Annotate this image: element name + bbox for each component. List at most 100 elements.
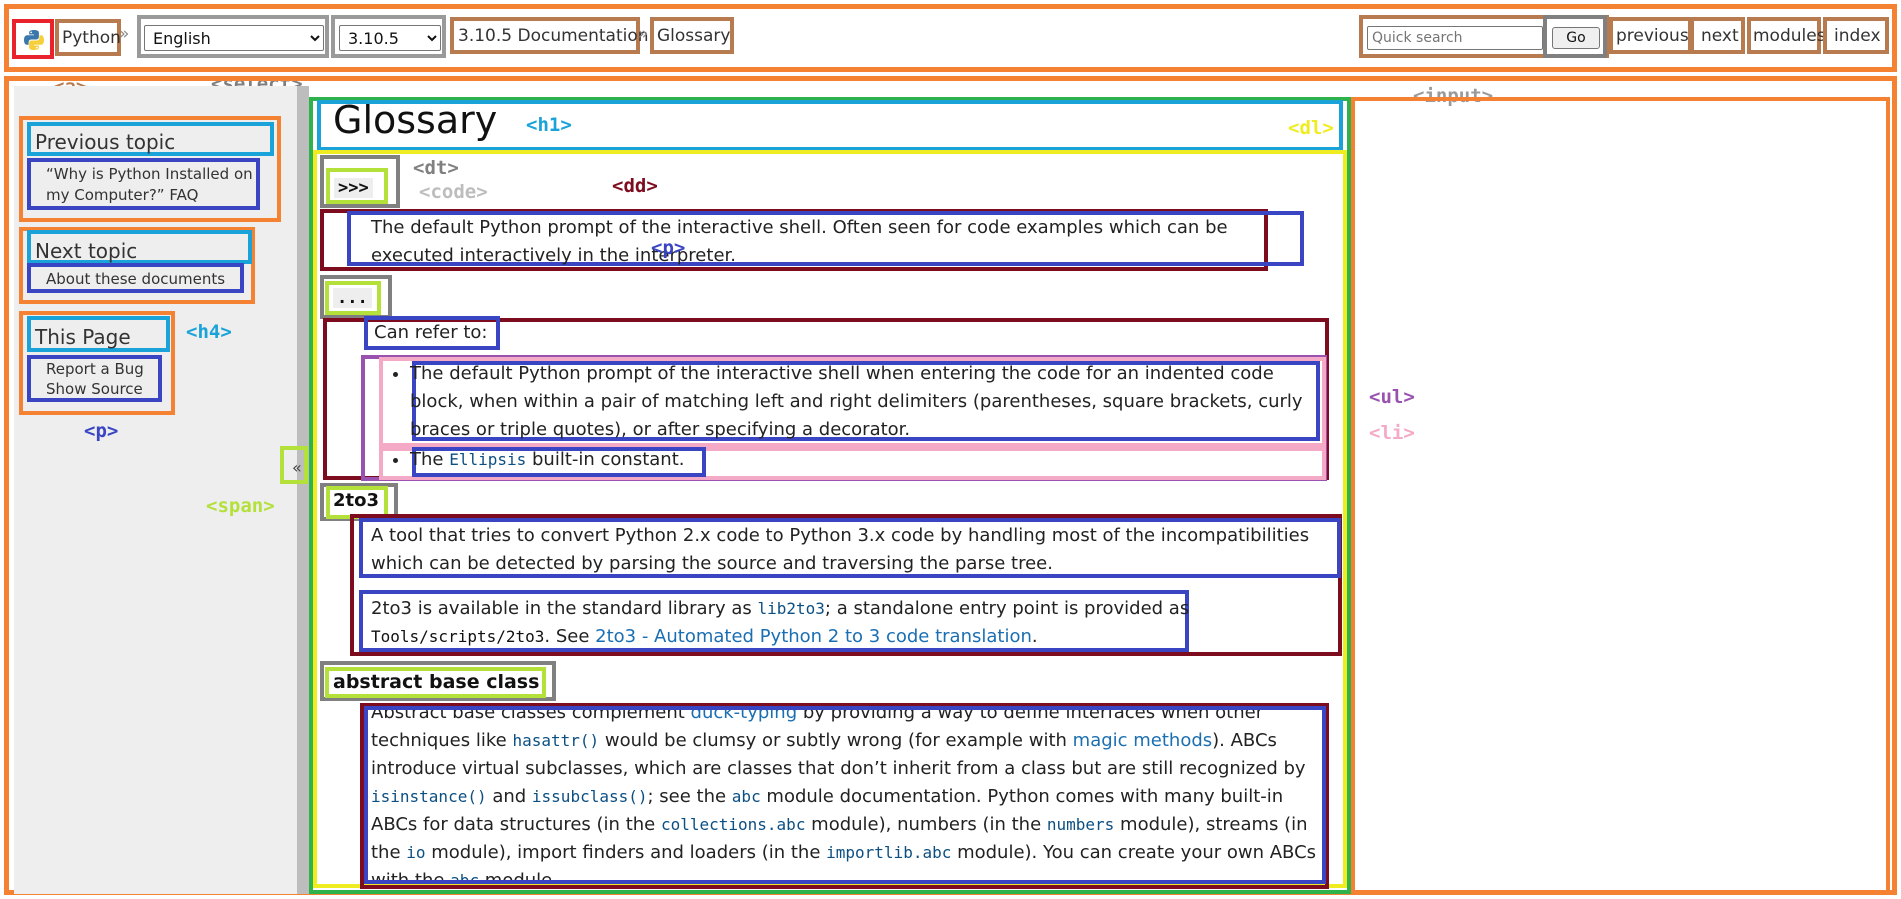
sidebar-collapse-button[interactable]: « bbox=[280, 446, 308, 484]
definition-abc-paragraph: Abstract base classes complement duck-ty… bbox=[371, 706, 1321, 884]
tag-label-p: <p> bbox=[651, 237, 686, 259]
ellipsis-list-item-2-text: The Ellipsis built-in constant. bbox=[410, 447, 706, 477]
nav-previous-label: previous bbox=[1616, 26, 1689, 46]
sidebar-previous-heading-text: Previous topic bbox=[35, 130, 176, 154]
abc-s10: module), import finders and loaders (in … bbox=[425, 842, 827, 863]
nav-modules-label: modules bbox=[1753, 26, 1826, 46]
sidebar-this-page-heading-text: This Page bbox=[35, 325, 131, 349]
term-2to3-text: 2to3 bbox=[333, 490, 380, 511]
nav-index-label: index bbox=[1834, 26, 1881, 46]
ellipsis-list-item-2-paragraph: The Ellipsis built-in constant. bbox=[390, 446, 710, 474]
breadcrumb-python[interactable]: Python bbox=[55, 19, 121, 56]
python-logo-link[interactable] bbox=[12, 19, 54, 59]
hasattr-code[interactable]: hasattr() bbox=[512, 731, 599, 750]
sidebar-this-page-links: Report a Bug Show Source bbox=[27, 355, 162, 402]
breadcrumb-glossary-label: Glossary bbox=[657, 26, 731, 46]
abc-s5: and bbox=[486, 786, 532, 807]
d3-c: . See bbox=[544, 626, 596, 647]
definition-2to3-p1-text: A tool that tries to convert Python 2.x … bbox=[371, 525, 1310, 574]
report-bug-link[interactable]: Report a Bug bbox=[46, 359, 144, 380]
ellipsis-code-link[interactable]: Ellipsis bbox=[449, 450, 526, 469]
show-source-link[interactable]: Show Source bbox=[46, 379, 143, 400]
tools-2to3-code: Tools/scripts/2to3 bbox=[371, 627, 545, 646]
tag-label-dt: <dt> bbox=[413, 157, 459, 179]
lib2to3-code: lib2to3 bbox=[757, 599, 825, 618]
right-pane bbox=[1351, 97, 1890, 894]
ellipsis-list-item-1-paragraph: The default Python prompt of the interac… bbox=[390, 360, 1305, 444]
sidebar-previous-link-text: “Why is Python Installed on my Computer?… bbox=[46, 165, 253, 204]
ellipsis-li2-pre: The bbox=[410, 449, 450, 470]
isinstance-code[interactable]: isinstance() bbox=[371, 787, 487, 806]
duck-typing-link[interactable]: duck-typing bbox=[691, 710, 798, 723]
sidebar-next-link-text: About these documents bbox=[46, 270, 226, 288]
tag-label-dl: <dl> bbox=[1288, 117, 1334, 139]
sidebar-next-link[interactable]: About these documents bbox=[27, 263, 244, 293]
ellipsis-list-item-2-bullet: The Ellipsis built-in constant. bbox=[410, 446, 710, 474]
definition-2to3-p2: 2to3 is available in the standard librar… bbox=[359, 590, 1189, 652]
breadcrumb-separator: » bbox=[638, 24, 649, 44]
abc-s3: would be clumsy or subtly wrong (for exa… bbox=[599, 730, 1073, 751]
python-logo-icon bbox=[24, 30, 44, 50]
nav-modules[interactable]: modules bbox=[1747, 17, 1826, 54]
sidebar-next-heading: Next topic bbox=[27, 230, 252, 264]
magic-methods-link[interactable]: magic methods bbox=[1073, 730, 1213, 751]
abc-code[interactable]: abc bbox=[732, 787, 761, 806]
d3-d: . bbox=[1031, 626, 1038, 647]
ellipsis-list-item-1-text: The default Python prompt of the interac… bbox=[410, 361, 1320, 441]
importlib-abc-code[interactable]: importlib.abc bbox=[826, 843, 951, 862]
go-button[interactable]: Go bbox=[1552, 27, 1600, 49]
breadcrumb-documentation-label: 3.10.5 Documentation bbox=[458, 26, 649, 46]
io-code[interactable]: io bbox=[406, 843, 425, 862]
term-ellipsis: ... bbox=[325, 281, 381, 315]
language-select-box: English bbox=[137, 15, 329, 58]
2to3-docs-link[interactable]: 2to3 - Automated Python 2 to 3 code tran… bbox=[595, 626, 1032, 647]
collapse-icon: « bbox=[292, 458, 302, 477]
page-title: Glossary bbox=[333, 98, 498, 142]
breadcrumb-glossary: Glossary bbox=[650, 17, 734, 54]
definition-ellipsis-intro: Can refer to: bbox=[364, 316, 500, 350]
nav-index[interactable]: index bbox=[1823, 17, 1889, 54]
abc-s8: module), numbers (in the bbox=[805, 814, 1047, 835]
tag-label-dd: <dd> bbox=[612, 175, 658, 197]
definition-2to3-p2-text: 2to3 is available in the standard librar… bbox=[371, 595, 1191, 651]
tag-label-h4: <h4> bbox=[186, 321, 232, 343]
abc-module-code[interactable]: abc bbox=[450, 871, 479, 880]
version-select-box: 3.10.5 bbox=[331, 15, 446, 58]
tag-label-p-sidebar: <p> bbox=[84, 420, 119, 442]
breadcrumb-python-label: Python bbox=[62, 28, 121, 48]
abc-s1: Abstract base classes complement bbox=[371, 706, 691, 723]
issubclass-code[interactable]: issubclass() bbox=[532, 787, 648, 806]
abc-s12: module. bbox=[479, 870, 558, 884]
ellipsis-li2-post: built-in constant. bbox=[526, 449, 685, 470]
nav-next[interactable]: next bbox=[1690, 17, 1745, 54]
definition-prompt-paragraph: The default Python prompt of the interac… bbox=[371, 217, 1228, 266]
sidebar-this-page-heading: This Page bbox=[27, 316, 170, 352]
ellipsis-list-item-1-bullet: The default Python prompt of the interac… bbox=[410, 360, 1305, 444]
abc-s6: ; see the bbox=[647, 786, 732, 807]
go-button-box: Go bbox=[1543, 15, 1607, 58]
breadcrumb-documentation[interactable]: 3.10.5 Documentation bbox=[450, 17, 649, 54]
term-ellipsis-code: ... bbox=[333, 288, 372, 308]
breadcrumb-separator: » bbox=[119, 24, 130, 44]
collections-abc-code[interactable]: collections.abc bbox=[661, 815, 806, 834]
term-abc-text: abstract base class bbox=[333, 671, 540, 693]
tag-label-h1: <h1> bbox=[526, 114, 572, 136]
tag-label-code: <code> bbox=[419, 181, 488, 203]
definition-prompt-text: The default Python prompt of the interac… bbox=[347, 211, 1304, 266]
numbers-code[interactable]: numbers bbox=[1047, 815, 1114, 834]
version-select[interactable]: 3.10.5 bbox=[339, 25, 441, 51]
term-prompt-code: >>> bbox=[334, 178, 373, 198]
term-prompt: >>> bbox=[326, 168, 388, 204]
sidebar-previous-heading: Previous topic bbox=[27, 122, 274, 156]
definition-2to3-p1: A tool that tries to convert Python 2.x … bbox=[359, 518, 1341, 578]
d3-b: ; a standalone entry point is provided a… bbox=[824, 598, 1190, 619]
definition-abc-text-box: Abstract base classes complement duck-ty… bbox=[364, 706, 1326, 884]
sidebar-previous-link[interactable]: “Why is Python Installed on my Computer?… bbox=[27, 158, 260, 210]
d3-a: 2to3 is available in the standard librar… bbox=[371, 598, 758, 619]
search-input[interactable] bbox=[1367, 26, 1543, 50]
tag-label-span: <span> bbox=[206, 495, 275, 517]
sidebar-scroll-track bbox=[297, 86, 309, 894]
language-select[interactable]: English bbox=[144, 25, 324, 51]
term-abc: abstract base class bbox=[325, 667, 546, 698]
nav-previous[interactable]: previous bbox=[1609, 17, 1692, 54]
